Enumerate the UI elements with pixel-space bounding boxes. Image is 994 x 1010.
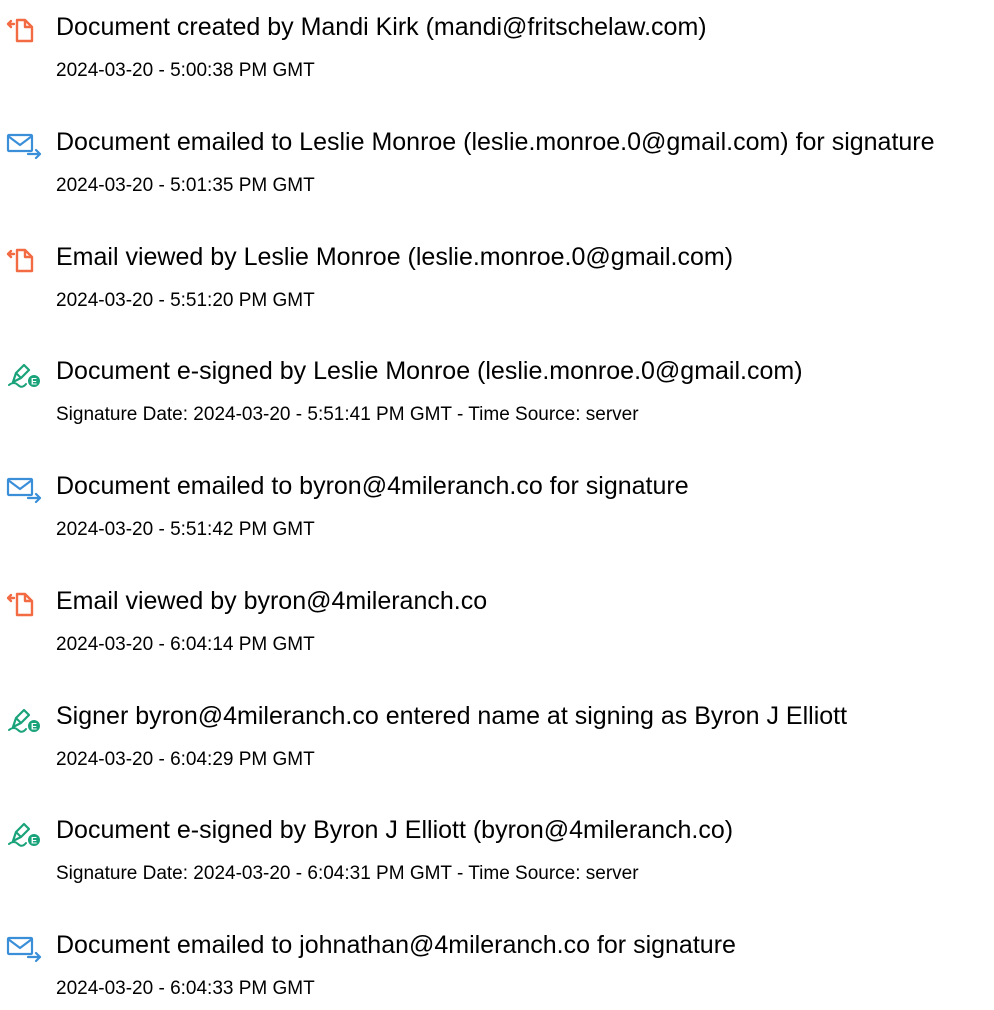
event-title: Document created by Mandi Kirk (mandi@fr… xyxy=(56,13,707,41)
svg-text:E: E xyxy=(31,722,37,732)
audit-event: Document emailed to byron@4mileranch.co … xyxy=(0,471,994,551)
document-icon xyxy=(6,246,42,274)
event-timestamp: 2024-03-20 - 6:04:14 PM GMT xyxy=(56,634,315,655)
event-title: Signer byron@4mileranch.co entered name … xyxy=(56,702,848,730)
email-sent-icon xyxy=(6,475,42,504)
event-timestamp: 2024-03-20 - 5:51:42 PM GMT xyxy=(56,519,315,540)
audit-event: Document emailed to Leslie Monroe (lesli… xyxy=(0,127,994,207)
audit-event: E Document e-signed by Leslie Monroe (le… xyxy=(0,356,994,436)
email-sent-icon xyxy=(6,934,42,963)
audit-event: E Signer byron@4mileranch.co entered nam… xyxy=(0,701,994,781)
event-title: Document emailed to johnathan@4mileranch… xyxy=(56,931,736,959)
event-title: Document emailed to byron@4mileranch.co … xyxy=(56,472,689,500)
event-title: Document e-signed by Byron J Elliott (by… xyxy=(56,816,734,844)
document-icon xyxy=(6,16,42,44)
event-title: Document e-signed by Leslie Monroe (lesl… xyxy=(56,357,803,385)
esign-icon: E xyxy=(6,360,42,388)
event-signature-date: Signature Date: 2024-03-20 - 5:51:41 PM … xyxy=(56,404,639,425)
event-title: Email viewed by Leslie Monroe (leslie.mo… xyxy=(56,243,734,271)
esign-icon: E xyxy=(6,705,42,733)
event-timestamp: 2024-03-20 - 5:01:35 PM GMT xyxy=(56,175,315,196)
svg-text:E: E xyxy=(31,836,37,846)
audit-event: Document created by Mandi Kirk (mandi@fr… xyxy=(0,12,994,92)
esign-icon: E xyxy=(6,819,42,847)
svg-text:E: E xyxy=(31,377,37,387)
event-timestamp: 2024-03-20 - 5:00:38 PM GMT xyxy=(56,60,315,81)
email-sent-icon xyxy=(6,131,42,160)
document-icon xyxy=(6,590,42,618)
event-title: Email viewed by byron@4mileranch.co xyxy=(56,587,488,615)
audit-event: E Document e-signed by Byron J Elliott (… xyxy=(0,815,994,895)
event-timestamp: 2024-03-20 - 6:04:33 PM GMT xyxy=(56,978,315,999)
event-title: Document emailed to Leslie Monroe (lesli… xyxy=(56,128,935,156)
audit-event: Email viewed by byron@4mileranch.co 2024… xyxy=(0,586,994,666)
event-timestamp: 2024-03-20 - 6:04:29 PM GMT xyxy=(56,749,315,770)
audit-event: Document emailed to johnathan@4mileranch… xyxy=(0,930,994,1010)
audit-event: Email viewed by Leslie Monroe (leslie.mo… xyxy=(0,242,994,322)
event-timestamp: 2024-03-20 - 5:51:20 PM GMT xyxy=(56,290,315,311)
event-signature-date: Signature Date: 2024-03-20 - 6:04:31 PM … xyxy=(56,863,639,884)
